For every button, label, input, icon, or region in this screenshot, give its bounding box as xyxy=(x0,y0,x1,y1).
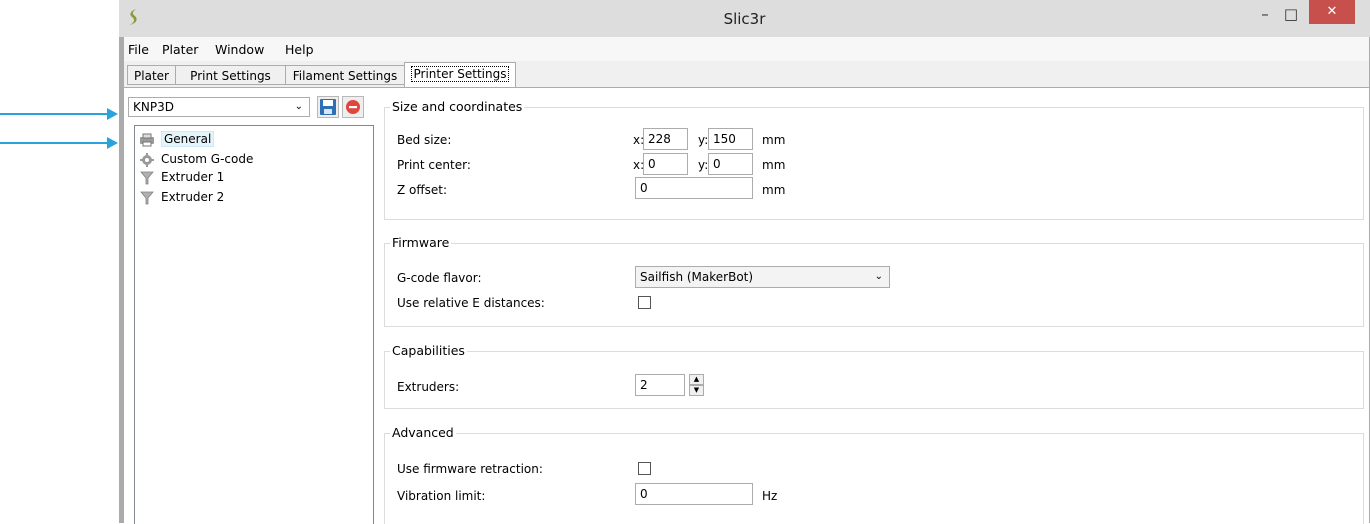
group-title: Advanced xyxy=(390,425,456,440)
delete-icon xyxy=(346,100,360,114)
tab-printer-settings-label: Printer Settings xyxy=(410,66,510,82)
tree-item-custom-gcode[interactable]: Custom G-code xyxy=(139,150,253,168)
print-center-label: Print center: xyxy=(397,158,471,172)
funnel-icon xyxy=(140,171,154,184)
z-offset-label: Z offset: xyxy=(397,183,448,197)
extruders-spinner[interactable]: ▲ ▼ xyxy=(689,374,704,396)
annotation-arrow-general xyxy=(0,142,108,144)
menu-window[interactable]: Window xyxy=(215,42,264,57)
close-button[interactable]: ✕ xyxy=(1309,0,1355,24)
preset-value: KNP3D xyxy=(133,100,174,114)
bed-y-prefix: y: xyxy=(698,133,709,147)
bed-size-y-input[interactable]: 150 xyxy=(708,128,753,150)
window-title: Slic3r xyxy=(723,10,766,28)
minimize-button[interactable]: – xyxy=(1254,3,1276,27)
bed-size-label: Bed size: xyxy=(397,133,452,147)
print-center-x-input[interactable]: 0 xyxy=(643,153,688,175)
settings-tree: General Custom G-code Extruder 1 Extrude… xyxy=(134,125,374,524)
tab-plater[interactable]: Plater xyxy=(127,65,176,85)
gear-icon xyxy=(140,152,154,167)
menu-file[interactable]: File xyxy=(128,42,149,57)
bed-size-x-input[interactable]: 228 xyxy=(643,128,688,150)
tree-item-label: Extruder 2 xyxy=(161,190,225,204)
annotation-arrow-preset xyxy=(0,113,108,115)
group-title: Capabilities xyxy=(390,343,467,358)
tree-item-extruder-1[interactable]: Extruder 1 xyxy=(139,168,224,186)
client-area: File Plater Window Help Plater Print Set… xyxy=(124,37,1369,524)
title-bar: Slic3r – □ ✕ xyxy=(119,0,1370,37)
save-preset-button[interactable] xyxy=(317,96,339,118)
vibration-limit-unit: Hz xyxy=(762,489,778,503)
size-and-coordinates-group: Size and coordinates Bed size: x: 228 y:… xyxy=(384,99,1364,220)
tab-printer-settings[interactable]: Printer Settings xyxy=(404,62,516,87)
save-icon xyxy=(320,99,336,115)
bed-size-unit: mm xyxy=(762,133,786,147)
printer-settings-pane: KNP3D ⌄ General Custom G-code Extruder 1… xyxy=(124,87,1369,524)
annotation-arrow-head-preset xyxy=(107,108,118,120)
gcode-flavor-dropdown[interactable]: Sailfish (MakerBot) ⌄ xyxy=(635,266,890,288)
z-offset-unit: mm xyxy=(762,183,786,197)
print-center-unit: mm xyxy=(762,158,786,172)
print-center-y-input[interactable]: 0 xyxy=(708,153,753,175)
group-title: Size and coordinates xyxy=(390,99,525,114)
fw-retraction-label: Use firmware retraction: xyxy=(397,462,543,476)
advanced-group: Advanced Use firmware retraction: Vibrat… xyxy=(384,425,1364,524)
delete-preset-button[interactable] xyxy=(342,96,364,118)
fw-retraction-checkbox[interactable] xyxy=(638,462,651,475)
menu-plater[interactable]: Plater xyxy=(162,42,198,57)
extruders-label: Extruders: xyxy=(397,380,460,394)
printer-icon xyxy=(140,133,154,146)
maximize-button[interactable]: □ xyxy=(1280,3,1302,27)
relative-e-checkbox[interactable] xyxy=(638,296,651,309)
tree-item-label: General xyxy=(161,131,215,147)
tree-item-label: Custom G-code xyxy=(161,152,254,166)
firmware-group: Firmware G-code flavor: Sailfish (MakerB… xyxy=(384,235,1364,327)
tree-item-general[interactable]: General xyxy=(139,130,215,148)
chevron-down-icon: ⌄ xyxy=(294,101,303,112)
menu-help[interactable]: Help xyxy=(285,42,314,57)
z-offset-input[interactable]: 0 xyxy=(635,177,753,199)
gcode-flavor-label: G-code flavor: xyxy=(397,271,482,285)
capabilities-group: Capabilities Extruders: 2 ▲ ▼ xyxy=(384,343,1364,409)
tab-strip: Plater Print Settings Filament Settings … xyxy=(124,61,1369,87)
relative-e-label: Use relative E distances: xyxy=(397,296,545,310)
group-title: Firmware xyxy=(390,235,452,250)
chevron-down-icon: ⌄ xyxy=(874,271,883,282)
spin-up-icon[interactable]: ▲ xyxy=(689,374,704,385)
vibration-limit-label: Vibration limit: xyxy=(397,489,486,503)
center-y-prefix: y: xyxy=(698,158,709,172)
tab-filament-settings[interactable]: Filament Settings xyxy=(285,65,405,85)
extruders-input[interactable]: 2 xyxy=(635,374,685,396)
funnel-icon xyxy=(140,191,154,204)
preset-dropdown[interactable]: KNP3D ⌄ xyxy=(128,97,310,117)
tree-item-extruder-2[interactable]: Extruder 2 xyxy=(139,188,224,206)
tree-item-label: Extruder 1 xyxy=(161,170,225,184)
spin-down-icon[interactable]: ▼ xyxy=(689,385,704,396)
tab-print-settings[interactable]: Print Settings xyxy=(175,65,286,85)
vibration-limit-input[interactable]: 0 xyxy=(635,483,753,505)
annotation-arrow-head-general xyxy=(107,137,118,149)
app-window: Slic3r – □ ✕ File Plater Window Help Pla… xyxy=(119,0,1370,524)
menu-bar: File Plater Window Help xyxy=(124,37,1369,61)
gcode-flavor-value: Sailfish (MakerBot) xyxy=(640,270,754,284)
